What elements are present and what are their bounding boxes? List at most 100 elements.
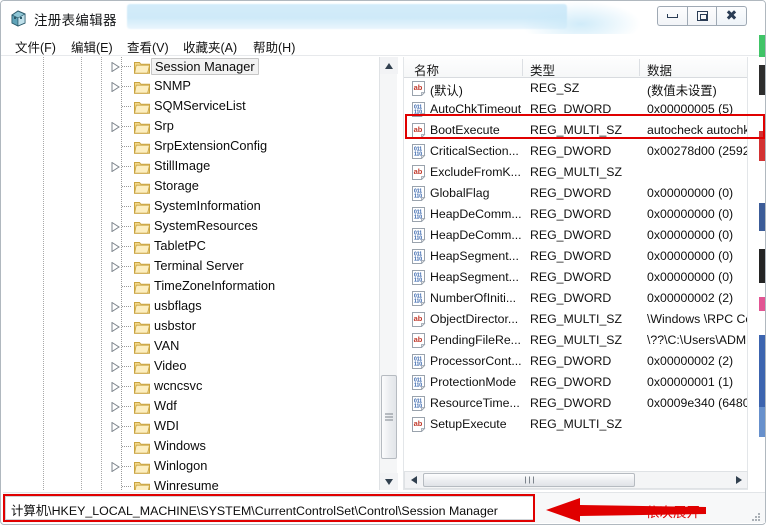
tree-item-sqmservicelist[interactable]: SQMServiceList: [3, 97, 383, 117]
menu-item-1[interactable]: 编辑(E): [67, 36, 117, 54]
maximize-restore-button[interactable]: [687, 6, 717, 26]
expand-triangle-icon[interactable]: [111, 462, 120, 472]
minimize-button[interactable]: [657, 6, 687, 26]
value-row[interactable]: 011110GlobalFlagREG_DWORD0x00000000 (0): [404, 183, 748, 204]
expand-triangle-icon[interactable]: [111, 222, 120, 232]
column-header-0[interactable]: 名称: [414, 60, 439, 79]
list-scrollbar-thumb[interactable]: [423, 473, 635, 487]
tree-item-srp[interactable]: Srp: [3, 117, 383, 137]
registry-value-list[interactable]: 名称 类型 数据 ab(默认)REG_SZ(数值未设置)011110AutoChkT…: [403, 57, 748, 490]
svg-text:ab: ab: [414, 335, 423, 344]
tree-item-winresume[interactable]: Winresume: [3, 477, 383, 490]
tree-item-wdi[interactable]: WDI: [3, 417, 383, 437]
value-data: 0x0009e340 (64800: [647, 396, 748, 410]
tree-vertical-scrollbar[interactable]: [379, 57, 397, 490]
value-row[interactable]: abBootExecuteREG_MULTI_SZautocheck autoc…: [404, 120, 748, 141]
value-data: 0x00278d00 (25920: [647, 144, 748, 158]
column-header-1[interactable]: 类型: [530, 60, 555, 79]
column-header-2[interactable]: 数据: [647, 60, 672, 79]
list-scroll-left-button[interactable]: [405, 472, 422, 488]
folder-icon: [134, 60, 150, 74]
tree-item-van[interactable]: VAN: [3, 337, 383, 357]
column-separator-1[interactable]: [522, 59, 523, 76]
value-row[interactable]: abExcludeFromK...REG_MULTI_SZ: [404, 162, 748, 183]
expand-triangle-icon[interactable]: [111, 362, 120, 372]
value-type: REG_MULTI_SZ: [530, 333, 622, 347]
folder-icon: [134, 260, 150, 274]
tree-scroll-down-button[interactable]: [380, 473, 398, 490]
value-row[interactable]: 011110ResourceTime...REG_DWORD0x0009e340…: [404, 393, 748, 414]
menu-item-0[interactable]: 文件(F): [11, 36, 60, 54]
tree-item-label: SystemInformation: [154, 198, 261, 213]
value-row[interactable]: 011110HeapSegment...REG_DWORD0x00000000 …: [404, 246, 748, 267]
expand-triangle-icon[interactable]: [111, 62, 120, 72]
list-horizontal-scrollbar[interactable]: [404, 471, 748, 489]
tree-connector-line: [121, 57, 122, 77]
tree-item-timezoneinformation[interactable]: TimeZoneInformation: [3, 277, 383, 297]
tree-item-label: TabletPC: [154, 238, 206, 253]
tree-item-wcncsvc[interactable]: wcncsvc: [3, 377, 383, 397]
tree-item-usbstor[interactable]: usbstor: [3, 317, 383, 337]
tree-connector-line: [121, 357, 122, 377]
value-row[interactable]: 011110HeapDeComm...REG_DWORD0x00000000 (…: [404, 225, 748, 246]
folder-icon: [134, 240, 150, 254]
registry-key-tree[interactable]: Session ManagerSNMPSQMServiceListSrpSrpE…: [3, 57, 398, 490]
tree-connector-line: [121, 197, 122, 217]
expand-triangle-icon[interactable]: [111, 422, 120, 432]
value-row[interactable]: 011110NumberOfIniti...REG_DWORD0x0000000…: [404, 288, 748, 309]
value-data: 0x00000000 (0): [647, 228, 733, 242]
tree-item-winlogon[interactable]: Winlogon: [3, 457, 383, 477]
menu-item-2[interactable]: 查看(V): [123, 36, 173, 54]
tree-item-label: WDI: [154, 418, 179, 433]
tree-connector-elbow: [122, 386, 131, 387]
tree-item-wdf[interactable]: Wdf: [3, 397, 383, 417]
expand-triangle-icon[interactable]: [111, 262, 120, 272]
tree-item-session-manager[interactable]: Session Manager: [3, 57, 383, 77]
value-row[interactable]: 011110ProcessorCont...REG_DWORD0x0000000…: [404, 351, 748, 372]
expand-triangle-icon[interactable]: [111, 122, 120, 132]
tree-item-windows[interactable]: Windows: [3, 437, 383, 457]
expand-triangle-icon[interactable]: [111, 382, 120, 392]
expand-triangle-icon[interactable]: [111, 342, 120, 352]
svg-text:110: 110: [414, 214, 422, 220]
value-row[interactable]: 011110AutoChkTimeoutREG_DWORD0x00000005 …: [404, 99, 748, 120]
tree-item-terminal-server[interactable]: Terminal Server: [3, 257, 383, 277]
expand-triangle-icon[interactable]: [111, 162, 120, 172]
value-row[interactable]: 011110HeapSegment...REG_DWORD0x00000000 …: [404, 267, 748, 288]
menu-item-4[interactable]: 帮助(H): [249, 36, 299, 54]
folder-icon: [134, 340, 150, 354]
tree-item-stillimage[interactable]: StillImage: [3, 157, 383, 177]
value-row[interactable]: abObjectDirector...REG_MULTI_SZ\Windows …: [404, 309, 748, 330]
tree-connector-elbow: [122, 366, 131, 367]
svg-text:ab: ab: [414, 167, 423, 176]
value-row[interactable]: ab(默认)REG_SZ(数值未设置): [404, 78, 748, 99]
value-data: 0x00000002 (2): [647, 291, 733, 305]
value-row[interactable]: 011110CriticalSection...REG_DWORD0x00278…: [404, 141, 748, 162]
tree-item-usbflags[interactable]: usbflags: [3, 297, 383, 317]
expand-triangle-icon[interactable]: [111, 402, 120, 412]
close-button[interactable]: ✖: [717, 6, 747, 26]
expand-triangle-icon[interactable]: [111, 322, 120, 332]
value-row[interactable]: 011110HeapDeComm...REG_DWORD0x00000000 (…: [404, 204, 748, 225]
tree-scrollbar-thumb[interactable]: [381, 375, 397, 459]
value-row[interactable]: abSetupExecuteREG_MULTI_SZ: [404, 414, 748, 435]
column-separator-2[interactable]: [639, 59, 640, 76]
value-row[interactable]: abPendingFileRe...REG_MULTI_SZ\??\C:\Use…: [404, 330, 748, 351]
value-row[interactable]: 011110ProtectionModeREG_DWORD0x00000001 …: [404, 372, 748, 393]
tree-item-srpextensionconfig[interactable]: SrpExtensionConfig: [3, 137, 383, 157]
expand-triangle-icon[interactable]: [111, 302, 120, 312]
list-scroll-right-button[interactable]: [730, 472, 747, 488]
tree-item-snmp[interactable]: SNMP: [3, 77, 383, 97]
tree-item-video[interactable]: Video: [3, 357, 383, 377]
tree-connector-line: [121, 97, 122, 117]
expand-triangle-icon[interactable]: [111, 242, 120, 252]
expand-triangle-icon[interactable]: [111, 82, 120, 92]
tree-item-systemresources[interactable]: SystemResources: [3, 217, 383, 237]
tree-scroll-up-button[interactable]: [380, 57, 398, 74]
tree-item-systeminformation[interactable]: SystemInformation: [3, 197, 383, 217]
tree-item-tabletpc[interactable]: TabletPC: [3, 237, 383, 257]
svg-text:110: 110: [414, 109, 422, 115]
folder-icon: [134, 200, 150, 214]
menu-item-3[interactable]: 收藏夹(A): [179, 36, 241, 54]
tree-item-storage[interactable]: Storage: [3, 177, 383, 197]
